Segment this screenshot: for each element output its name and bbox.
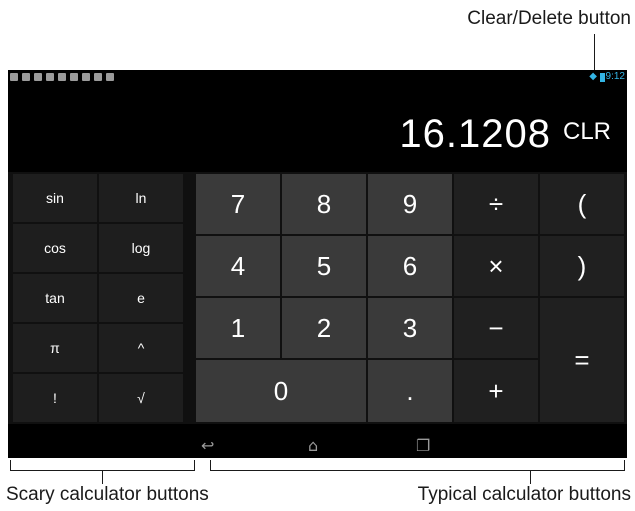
pi-button[interactable]: π: [13, 324, 97, 372]
digit-7-button[interactable]: 7: [196, 174, 280, 234]
digit-5-button[interactable]: 5: [282, 236, 366, 296]
ln-button[interactable]: ln: [99, 174, 183, 222]
notification-icon: [94, 73, 102, 81]
home-icon[interactable]: ⌂: [308, 436, 318, 455]
equals-button[interactable]: =: [540, 298, 624, 422]
digit-9-button[interactable]: 9: [368, 174, 452, 234]
result-display: 16.1208 CLR: [8, 94, 627, 166]
digit-1-button[interactable]: 1: [196, 298, 280, 358]
close-paren-button[interactable]: ): [540, 236, 624, 296]
factorial-button[interactable]: !: [13, 374, 97, 422]
status-time: 9:12: [605, 71, 625, 82]
download-icon: [70, 73, 78, 81]
bracket-typical: [210, 470, 625, 471]
digit-2-button[interactable]: 2: [282, 298, 366, 358]
digit-8-button[interactable]: 8: [282, 174, 366, 234]
sin-button[interactable]: sin: [13, 174, 97, 222]
log-button[interactable]: log: [99, 224, 183, 272]
digit-3-button[interactable]: 3: [368, 298, 452, 358]
bracket-typical: [530, 470, 531, 484]
notification-icon: [46, 73, 54, 81]
e-button[interactable]: e: [99, 274, 183, 322]
multiply-button[interactable]: ×: [454, 236, 538, 296]
tan-button[interactable]: tan: [13, 274, 97, 322]
cos-button[interactable]: cos: [13, 224, 97, 272]
result-value: 16.1208: [399, 112, 551, 156]
clr-button[interactable]: CLR: [563, 118, 611, 146]
decimal-point-button[interactable]: .: [368, 360, 452, 422]
divide-button[interactable]: ÷: [454, 174, 538, 234]
notification-icon: [34, 73, 42, 81]
notification-icon: [82, 73, 90, 81]
power-button[interactable]: ^: [99, 324, 183, 372]
digit-0-button[interactable]: 0: [196, 360, 366, 422]
digit-6-button[interactable]: 6: [368, 236, 452, 296]
status-bar: ◆ 9:12: [8, 70, 627, 86]
digit-4-button[interactable]: 4: [196, 236, 280, 296]
keypad: sin ln cos log tan e π ^ ! √ 7 8 9 4 5 6…: [8, 172, 627, 424]
recents-icon[interactable]: ❐: [416, 436, 430, 455]
bracket-scary: [194, 460, 195, 471]
notification-icon: [58, 73, 66, 81]
callout-scary-buttons: Scary calculator buttons: [6, 484, 209, 505]
callout-clear-delete: Clear/Delete button: [467, 8, 631, 29]
bracket-typical: [624, 460, 625, 471]
bracket-typical: [210, 460, 211, 471]
plus-button[interactable]: +: [454, 360, 538, 422]
callout-typical-buttons: Typical calculator buttons: [417, 484, 631, 505]
navigation-bar: ↩ ⌂ ❐: [8, 432, 627, 458]
bracket-scary: [10, 460, 11, 471]
bracket-scary: [102, 470, 103, 484]
battery-icon: [600, 73, 605, 82]
notification-icon: [106, 73, 114, 81]
notification-icon: [22, 73, 30, 81]
sqrt-button[interactable]: √: [99, 374, 183, 422]
back-icon[interactable]: ↩: [201, 436, 214, 455]
open-paren-button[interactable]: (: [540, 174, 624, 234]
notification-icon: [10, 73, 18, 81]
minus-button[interactable]: −: [454, 298, 538, 358]
wifi-icon: ◆: [589, 71, 597, 82]
calculator-screen: ◆ 9:12 16.1208 CLR sin ln cos log tan e …: [8, 70, 627, 458]
